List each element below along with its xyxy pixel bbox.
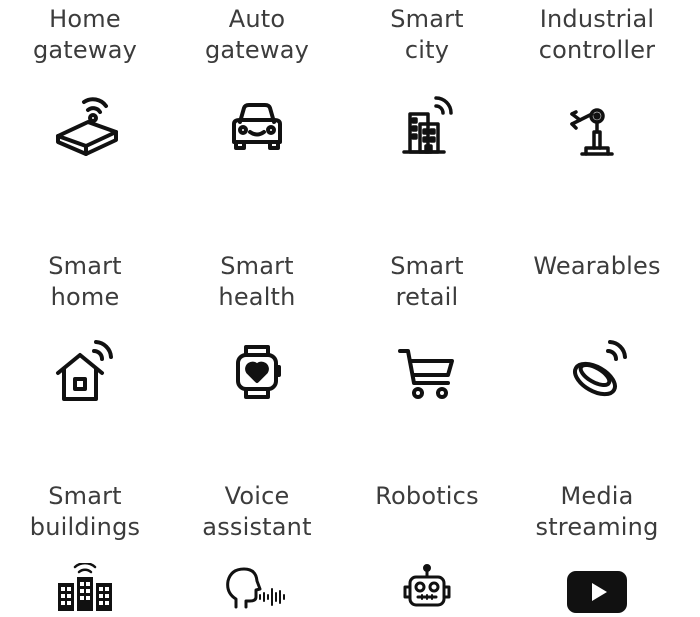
smart-ring-icon bbox=[562, 337, 632, 407]
home-gateway-icon bbox=[50, 92, 120, 162]
city-building-icon bbox=[392, 92, 462, 162]
smartwatch-heart-icon bbox=[222, 337, 292, 407]
tile-label-smart-city: Smart city bbox=[390, 5, 464, 64]
tile-label-media-streaming: Media streaming bbox=[535, 482, 659, 541]
tile-label-smart-home: Smart home bbox=[48, 252, 122, 311]
robot-icon bbox=[392, 563, 462, 613]
tile-label-smart-retail: Smart retail bbox=[390, 252, 464, 311]
tile-label-wearables: Wearables bbox=[533, 252, 661, 280]
tile-label-home-gateway: Home gateway bbox=[32, 5, 138, 64]
shopping-cart-icon bbox=[392, 337, 462, 407]
tile-label-smart-buildings: Smart buildings bbox=[29, 482, 141, 541]
smart-home-icon bbox=[50, 337, 120, 407]
connected-buildings-icon bbox=[50, 563, 120, 613]
tile-label-smart-health: Smart health bbox=[218, 252, 296, 311]
car-icon bbox=[222, 92, 292, 162]
tile-label-robotics: Robotics bbox=[375, 482, 479, 510]
play-button-icon bbox=[562, 567, 632, 617]
robotic-arm-icon bbox=[562, 92, 632, 162]
tile-label-auto-gateway: Auto gateway bbox=[204, 5, 310, 64]
tile-label-voice-assistant: Voice assistant bbox=[202, 482, 312, 541]
voice-assistant-icon bbox=[222, 563, 292, 613]
tile-label-industrial-controller: Industrial controller bbox=[538, 5, 656, 64]
